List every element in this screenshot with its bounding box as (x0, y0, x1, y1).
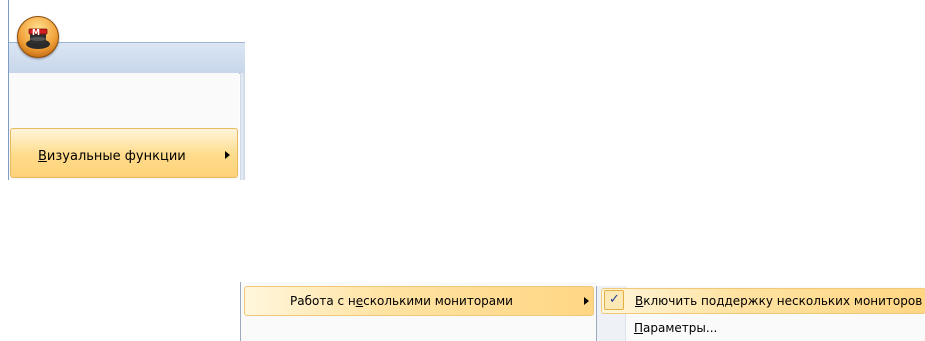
label-text: ключить поддержку нескольких мониторов (643, 294, 923, 308)
checkmark-icon: ✓ (609, 292, 620, 307)
menu-item-visual-functions-label: Визуальные функции (38, 149, 186, 164)
label-text: араметры... (643, 321, 718, 335)
accelerator-key: П (634, 321, 644, 335)
submenu-visual-functions: Работа с несколькими мониторами (240, 282, 597, 341)
app-logo-icon (26, 28, 50, 49)
accelerator-key: В (38, 149, 47, 164)
menu-item-parameters[interactable]: Параметры... (601, 318, 925, 340)
label-text-before: Работа с н (290, 294, 356, 308)
submenu-multi-monitor: ✓ Включить поддержку нескольких мониторо… (596, 286, 925, 341)
menu-item-parameters-label: Параметры... (634, 321, 717, 335)
menu-item-enable-multi-monitor-label: Включить поддержку нескольких мониторов (635, 294, 922, 308)
menu-item-visual-functions[interactable]: Визуальные функции (10, 128, 238, 178)
app-orb-letter: M (32, 28, 40, 37)
submenu-arrow-icon (225, 151, 230, 159)
accelerator-key: В (635, 294, 644, 308)
checkmark-box: ✓ (604, 290, 624, 310)
menu-item-multi-monitor-label: Работа с несколькими мониторами (290, 294, 513, 308)
submenu-arrow-icon (584, 297, 589, 305)
app-menu-scroll-edge (240, 73, 245, 180)
label-text-after: сколькими мониторами (363, 294, 513, 308)
label-text: изуальные функции (46, 149, 186, 164)
menu-item-enable-multi-monitor[interactable]: ✓ Включить поддержку нескольких мониторо… (601, 288, 925, 314)
app-orb-button[interactable]: M (17, 16, 59, 58)
menu-item-multi-monitor[interactable]: Работа с несколькими мониторами (244, 286, 594, 316)
